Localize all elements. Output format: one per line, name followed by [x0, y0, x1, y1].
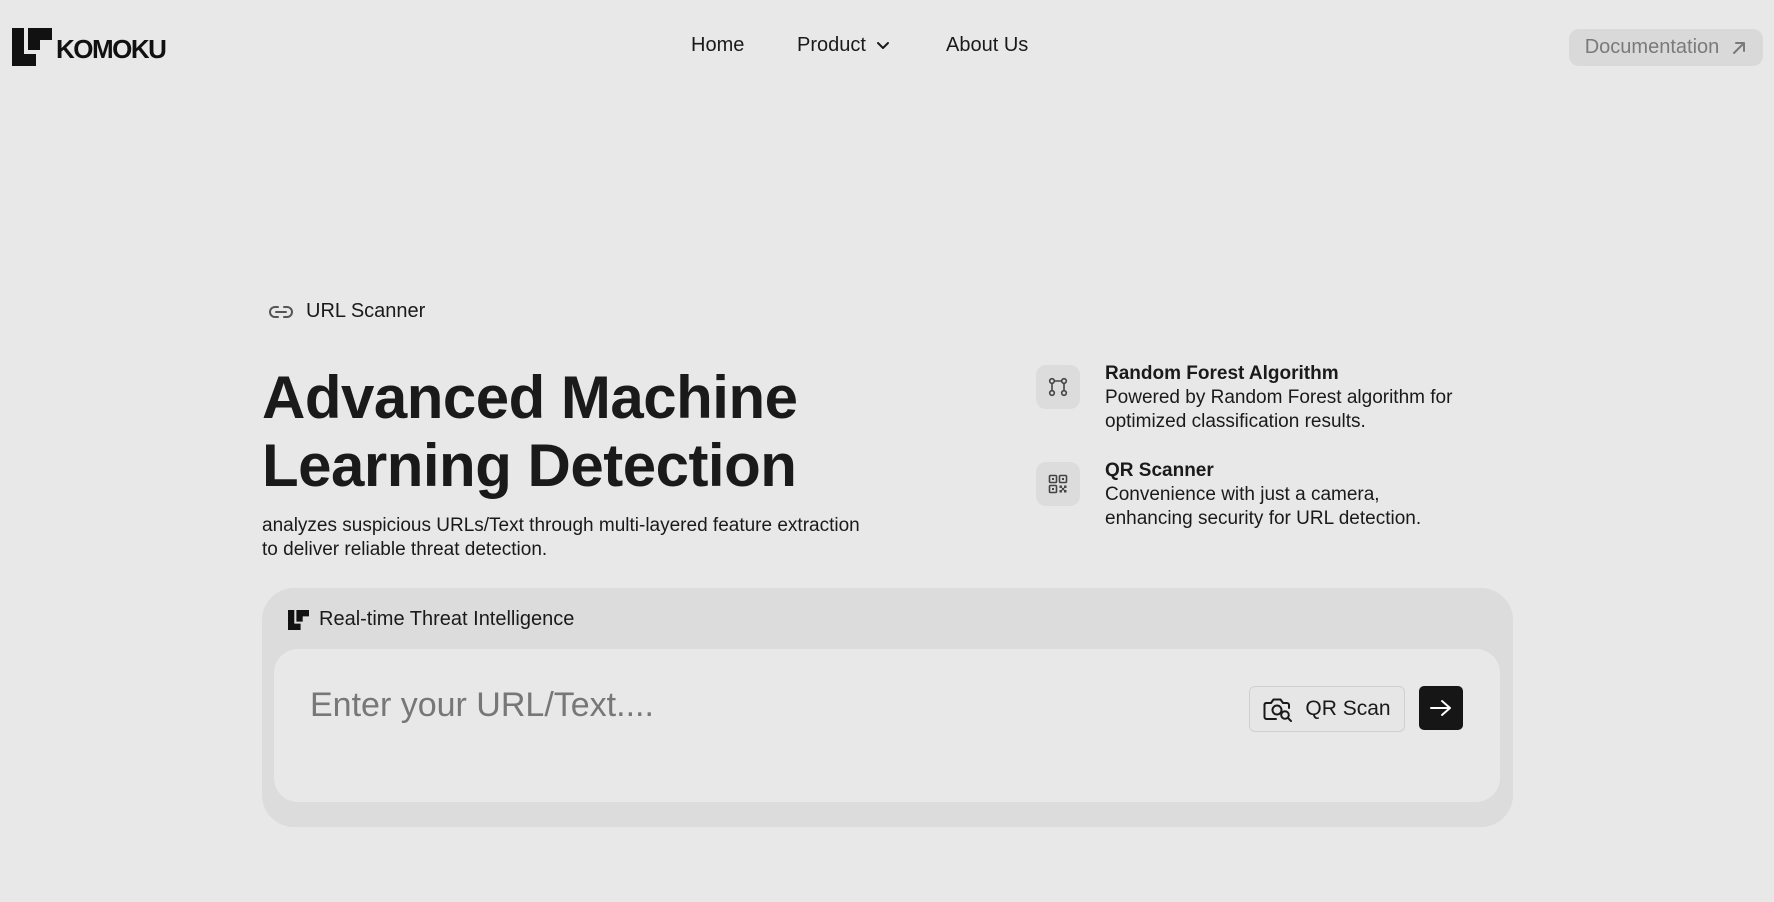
- link-icon: [269, 305, 293, 318]
- qr-scan-button[interactable]: QR Scan: [1249, 686, 1405, 732]
- feature-text: QR Scanner Convenience with just a camer…: [1105, 459, 1525, 531]
- feature-description: Convenience with just a camera, enhancin…: [1105, 483, 1525, 531]
- page: KOMOKU Home Product About Us Documentati…: [0, 0, 1774, 902]
- arrow-up-right-icon: [1733, 41, 1746, 54]
- hero-title: Advanced Machine Learning Detection: [262, 364, 962, 500]
- workflow-icon: [1048, 377, 1068, 397]
- scanner-card: Real-time Threat Intelligence QR Scan: [262, 588, 1513, 827]
- feature-description: Powered by Random Forest algorithm for o…: [1105, 386, 1525, 434]
- hero-description: analyzes suspicious URLs/Text through mu…: [262, 514, 982, 562]
- nav-about-us[interactable]: About Us: [946, 34, 1086, 57]
- feature-icon-box: [1036, 462, 1080, 506]
- qr-code-icon: [1048, 474, 1068, 494]
- komoku-logo-icon: [12, 28, 52, 66]
- hero-description-line-1: analyzes suspicious URLs/Text through mu…: [262, 515, 860, 536]
- camera-search-icon: [1263, 698, 1293, 722]
- submit-button[interactable]: [1419, 686, 1463, 730]
- komoku-logo-icon: [288, 609, 309, 630]
- feature-description-line-2: enhancing security for URL detection.: [1105, 508, 1422, 529]
- chevron-down-icon: [876, 41, 889, 49]
- feature-description-line-1: Convenience with just a camera,: [1105, 484, 1380, 505]
- url-input[interactable]: [310, 683, 1210, 727]
- logo[interactable]: KOMOKU: [12, 28, 167, 66]
- hero-description-line-2: to deliver reliable threat detection.: [262, 539, 548, 560]
- hero-title-line-1: Advanced Machine: [262, 364, 798, 431]
- documentation-label: Documentation: [1584, 36, 1720, 58]
- nav-product[interactable]: Product: [797, 34, 917, 57]
- section-badge: URL Scanner: [268, 300, 425, 323]
- feature-icon-box: [1036, 365, 1080, 409]
- nav-product-label: Product: [797, 34, 866, 56]
- feature-description-line-1: Powered by Random Forest algorithm for: [1105, 387, 1453, 408]
- badge-label: URL Scanner: [306, 300, 426, 322]
- feature-description-line-2: optimized classification results.: [1105, 411, 1366, 432]
- site-header: KOMOKU Home Product About Us Documentati…: [0, 0, 1774, 96]
- arrow-right-icon: [1430, 700, 1451, 716]
- scanner-heading: Real-time Threat Intelligence: [319, 608, 575, 630]
- hero-title-line-2: Learning Detection: [262, 432, 797, 499]
- logo-text: KOMOKU: [56, 34, 167, 64]
- feature-title: Random Forest Algorithm: [1105, 363, 1339, 384]
- qr-scan-label: QR Scan: [1305, 697, 1391, 720]
- documentation-button[interactable]: Documentation: [1569, 29, 1763, 66]
- nav-home[interactable]: Home: [691, 34, 771, 57]
- scanner-input-box: QR Scan: [274, 649, 1500, 802]
- feature-text: Random Forest Algorithm Powered by Rando…: [1105, 362, 1525, 434]
- scanner-card-header: Real-time Threat Intelligence: [288, 608, 574, 631]
- feature-title: QR Scanner: [1105, 460, 1214, 481]
